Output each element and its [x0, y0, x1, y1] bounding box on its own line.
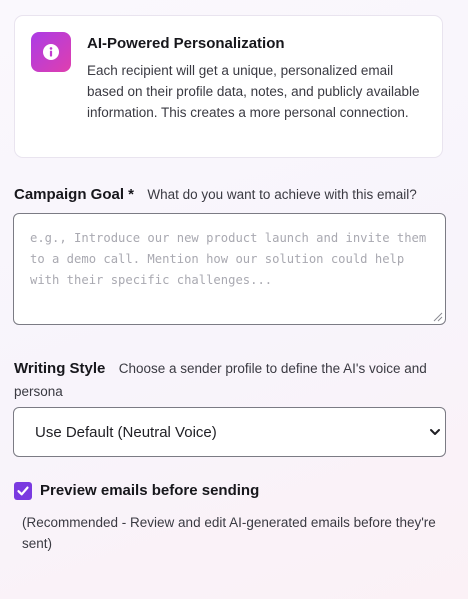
preview-emails-note: (Recommended - Review and edit AI-genera… [22, 515, 436, 551]
campaign-goal-hint: What do you want to achieve with this em… [147, 187, 417, 202]
info-card-description: Each recipient will get a unique, person… [87, 63, 420, 120]
campaign-goal-label-row: Campaign Goal * What do you want to achi… [14, 186, 417, 204]
personalization-info-card: AI-Powered Personalization Each recipien… [14, 15, 443, 158]
campaign-goal-label: Campaign Goal * [14, 186, 135, 203]
checkmark-icon [17, 486, 29, 496]
chevron-down-icon [430, 429, 440, 435]
info-icon [43, 44, 59, 60]
info-card-title: AI-Powered Personalization [87, 35, 285, 52]
info-badge [31, 32, 71, 72]
writing-style-select[interactable]: Use Default (Neutral Voice) [13, 407, 446, 457]
writing-style-label: Writing Style [14, 360, 106, 377]
preview-emails-checkbox[interactable] [14, 482, 32, 500]
resize-grip-icon[interactable] [433, 312, 443, 322]
writing-style-label-row: Writing Style Choose a sender profile to… [14, 357, 454, 403]
campaign-goal-textarea[interactable] [13, 213, 446, 325]
writing-style-selected-value: Use Default (Neutral Voice) [35, 424, 217, 441]
preview-emails-label[interactable]: Preview emails before sending [40, 482, 259, 499]
